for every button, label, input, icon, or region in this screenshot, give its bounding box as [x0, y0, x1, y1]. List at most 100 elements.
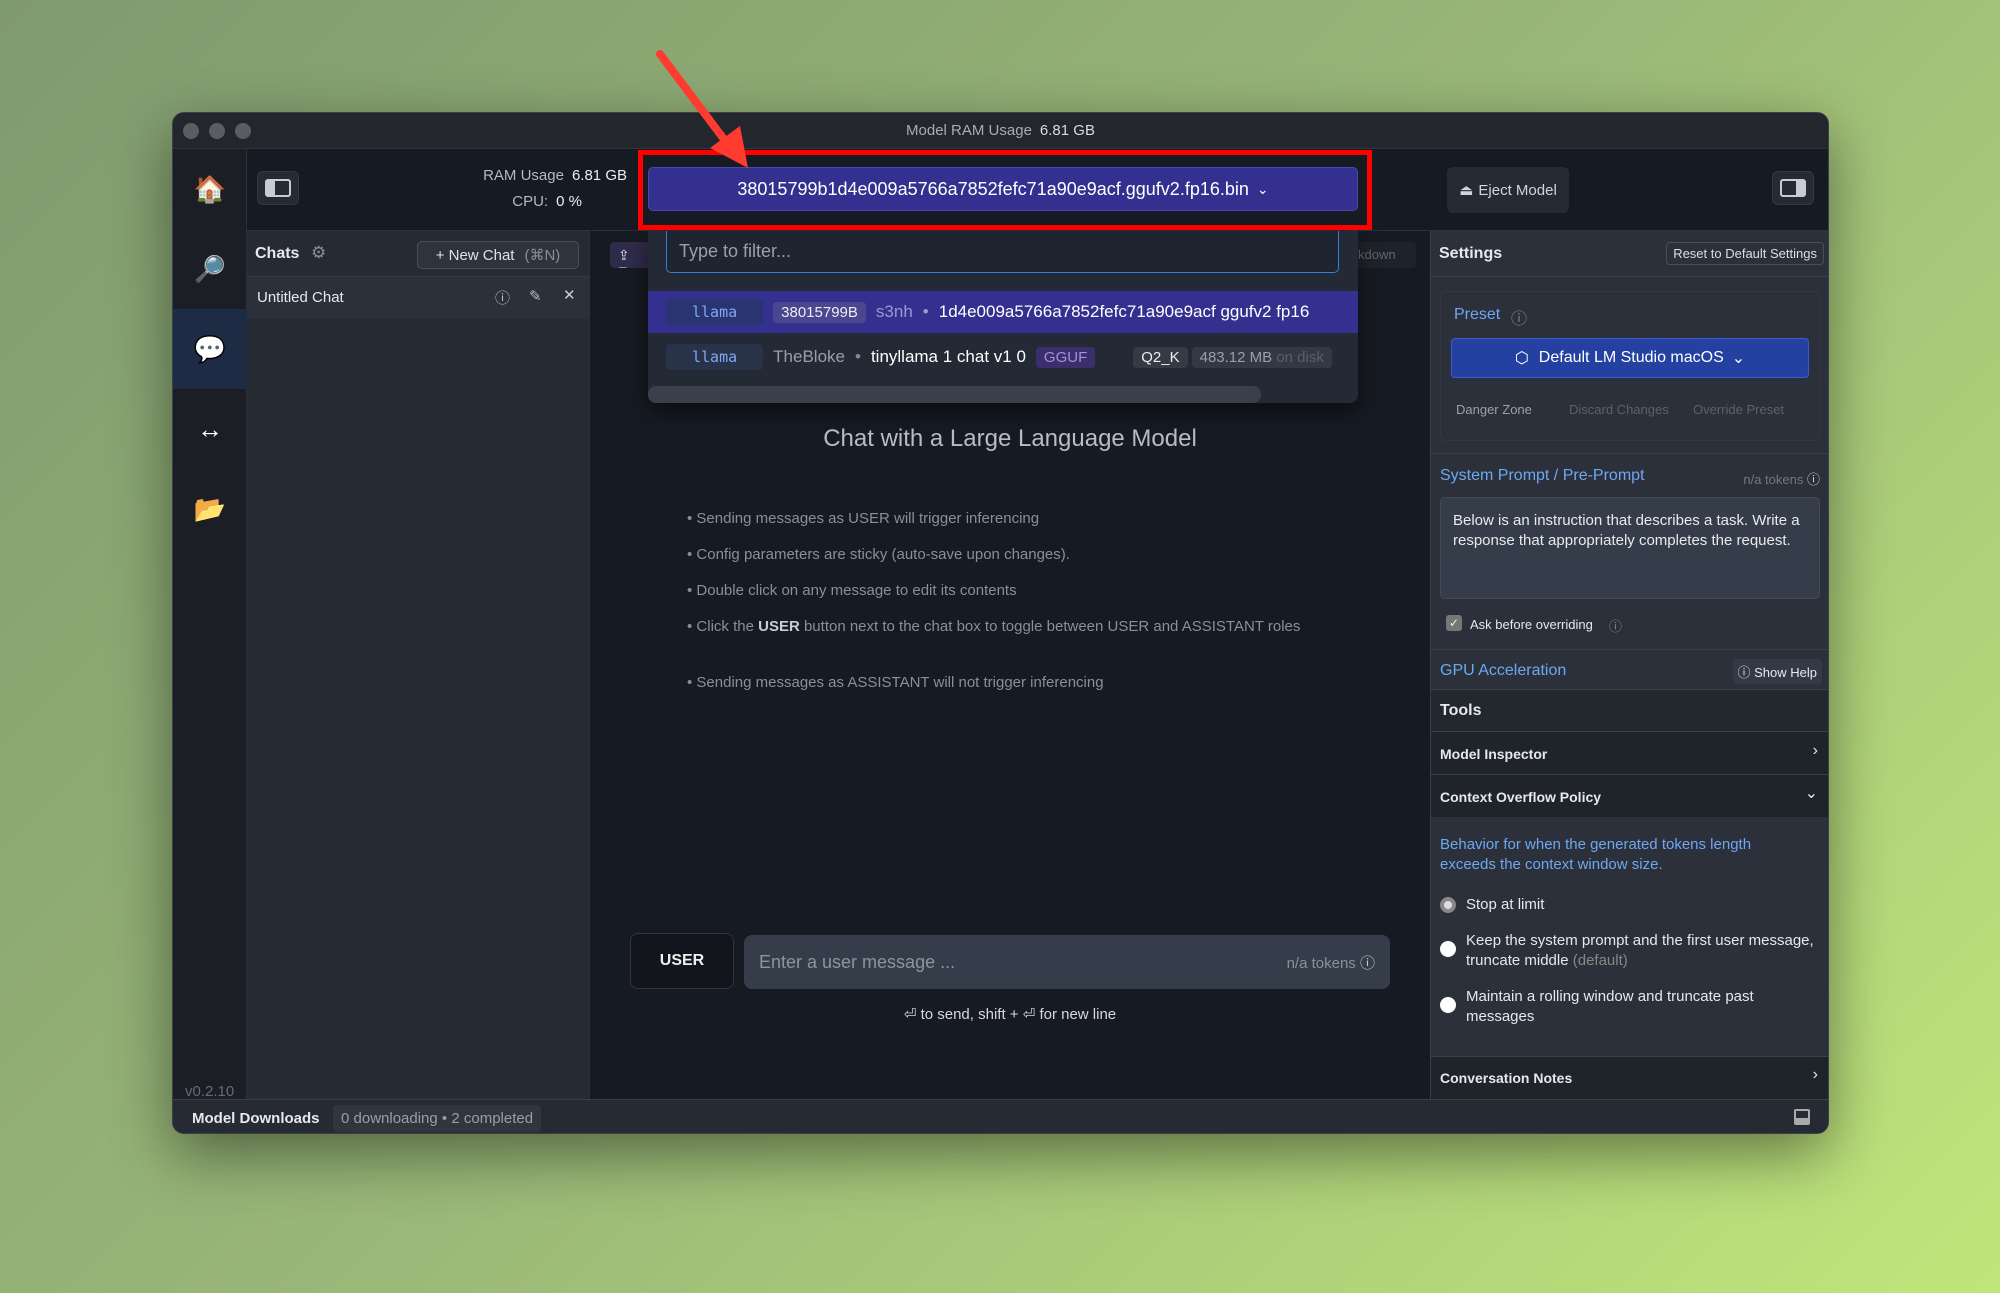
- chats-panel: Chats ⚙ + New Chat (⌘N) Untitled Chat ⓘ ✎…: [247, 231, 590, 1099]
- send-hint: ⏎ to send, shift + ⏎ for new line: [903, 1006, 1117, 1023]
- gpu-acceleration-label[interactable]: GPU Acceleration: [1440, 662, 1566, 680]
- arch-tag: llama: [666, 344, 764, 370]
- radio-selected[interactable]: [1440, 897, 1456, 913]
- chevron-right-icon: ›: [1812, 1066, 1818, 1083]
- context-overflow-row[interactable]: Context Overflow Policy ⌄: [1431, 774, 1828, 817]
- app-window: Model RAM Usage 6.81 GB 🏠 🔎 💬 ↔ 📂 v0.2.10…: [172, 112, 1829, 1134]
- author: s3nh: [875, 302, 913, 321]
- ram-usage: RAM Usage 6.81 GB: [427, 167, 627, 184]
- conversation-notes-row[interactable]: Conversation Notes ›: [1431, 1056, 1828, 1099]
- chats-header: Chats ⚙ + New Chat (⌘N): [247, 231, 589, 277]
- panel-toggle-icon[interactable]: [1794, 1109, 1810, 1125]
- option-label: Maintain a rolling window and truncate p…: [1466, 988, 1754, 1025]
- chevron-down-icon: ⌄: [1804, 785, 1818, 802]
- model-inspector-label: Model Inspector: [1440, 746, 1548, 762]
- overflow-option[interactable]: Stop at limit: [1440, 895, 1820, 915]
- radio-unselected[interactable]: [1440, 941, 1456, 957]
- model-name: tinyllama 1 chat v1 0: [870, 347, 1026, 366]
- markdown-label: kdown: [1358, 247, 1396, 262]
- ask-before-checkbox[interactable]: ✓: [1446, 615, 1462, 631]
- info-icon[interactable]: ⓘ: [1609, 616, 1622, 635]
- system-prompt-textarea[interactable]: Below is an instruction that describes a…: [1440, 497, 1820, 599]
- filter-input[interactable]: Type to filter...: [666, 231, 1339, 273]
- model-option[interactable]: llama 38015799B s3nh • 1d4e009a5766a7852f…: [648, 291, 1358, 333]
- model-option[interactable]: llama TheBloke • tinyllama 1 chat v1 0 GG…: [648, 335, 1358, 379]
- discard-changes-button[interactable]: Discard Changes: [1569, 402, 1669, 417]
- preset-value: Default LM Studio macOS: [1538, 349, 1724, 366]
- model-inspector-row[interactable]: Model Inspector ›: [1431, 731, 1828, 774]
- preset-select[interactable]: ⬡ Default LM Studio macOS ⌄: [1451, 338, 1809, 378]
- settings-header: Settings Reset to Default Settings: [1431, 231, 1828, 277]
- annotation-arrow-icon: [656, 50, 748, 168]
- role-toggle-button[interactable]: USER: [630, 933, 734, 989]
- size: 483.12 MB: [1199, 348, 1273, 366]
- title-bar: Model RAM Usage 6.81 GB: [173, 113, 1828, 149]
- model-name: 1d4e009a5766a7852fefc71a90e9acf ggufv2 f…: [938, 302, 1310, 321]
- sidebar-left-icon: [265, 179, 291, 197]
- overflow-option[interactable]: Maintain a rolling window and truncate p…: [1440, 987, 1820, 1027]
- arch-tag: llama: [666, 299, 764, 325]
- option-suffix: (default): [1572, 952, 1628, 969]
- home-icon: 🏠: [193, 173, 227, 204]
- markdown-toggle[interactable]: kdown: [1352, 242, 1416, 268]
- rail-server[interactable]: ↔: [173, 389, 247, 469]
- hint-bold: USER: [758, 618, 800, 635]
- divider: [1431, 453, 1828, 454]
- chat-list-item[interactable]: Untitled Chat ⓘ ✎ ✕: [247, 277, 589, 319]
- token-count: n/a tokens ⓘ: [1287, 952, 1375, 973]
- export-button[interactable]: ⇪ E: [610, 242, 650, 268]
- hint-text: • Double click on any message to edit it…: [687, 582, 1017, 599]
- cpu-label: CPU:: [512, 193, 549, 210]
- hint-text: • Click the USER button next to the chat…: [687, 617, 1307, 637]
- model-downloads-label[interactable]: Model Downloads: [192, 1110, 320, 1127]
- author: TheBloke: [773, 347, 845, 366]
- divider: [1431, 649, 1828, 650]
- window-title: Model RAM Usage 6.81 GB: [173, 122, 1828, 139]
- option-label: Stop at limit: [1466, 896, 1545, 913]
- hint-pre: • Click the: [687, 618, 759, 635]
- rail-chat[interactable]: 💬: [173, 309, 247, 389]
- ram-value: 6.81 GB: [571, 167, 627, 184]
- arrows-icon: ↔: [197, 413, 223, 444]
- hint-text: • Config parameters are sticky (auto-sav…: [687, 546, 1070, 563]
- show-help-button[interactable]: ⓘ Show Help: [1732, 659, 1822, 684]
- settings-panel: Settings Reset to Default Settings Prese…: [1430, 231, 1828, 1099]
- toggle-left-sidebar-button[interactable]: [257, 171, 299, 205]
- eject-model-button[interactable]: ⏏ Eject Model: [1447, 167, 1569, 213]
- toggle-right-sidebar-button[interactable]: [1772, 171, 1814, 205]
- hint-post: button next to the chat box to toggle be…: [799, 618, 1301, 635]
- radio-unselected[interactable]: [1440, 997, 1456, 1013]
- token-label: n/a tokens: [1286, 954, 1356, 972]
- new-chat-button[interactable]: + New Chat (⌘N): [417, 241, 579, 269]
- ask-before-label: Ask before overriding: [1470, 617, 1593, 632]
- reset-settings-button[interactable]: Reset to Default Settings: [1666, 242, 1824, 265]
- new-chat-shortcut: (⌘N): [524, 247, 561, 264]
- main-heading: Chat with a Large Language Model: [823, 425, 1197, 452]
- id-tag: 38015799B: [773, 301, 866, 323]
- search-icon: 🔎: [193, 253, 227, 284]
- preset-section: Preset ⓘ ⬡ Default LM Studio macOS ⌄ Dange…: [1440, 291, 1820, 441]
- export-label: E: [618, 264, 627, 268]
- chat-item-label: Untitled Chat: [257, 289, 344, 306]
- overflow-option[interactable]: Keep the system prompt and the first use…: [1440, 931, 1820, 971]
- info-icon[interactable]: ⓘ: [495, 287, 510, 308]
- download-status[interactable]: 0 downloading • 2 completed: [333, 1105, 542, 1132]
- message-input[interactable]: Enter a user message ... n/a tokens ⓘ: [744, 935, 1390, 989]
- tools-label: Tools: [1440, 702, 1482, 719]
- sidebar-right-icon: [1780, 179, 1806, 197]
- rail-search[interactable]: 🔎: [173, 229, 247, 309]
- version-label: v0.2.10: [185, 1083, 235, 1100]
- hint-text: • Sending messages as USER will trigger …: [687, 510, 1040, 527]
- info-icon[interactable]: ⓘ: [1511, 305, 1527, 329]
- edit-icon[interactable]: ✎: [529, 287, 542, 305]
- override-preset-button[interactable]: Override Preset: [1693, 402, 1784, 417]
- conversation-notes-label: Conversation Notes: [1440, 1070, 1573, 1086]
- tools-header: Tools: [1431, 689, 1828, 731]
- gear-icon[interactable]: ⚙: [311, 243, 326, 263]
- bottom-bar: Model Downloads 0 downloading • 2 comple…: [173, 1099, 1828, 1133]
- rail-models[interactable]: 📂: [173, 469, 247, 549]
- eject-icon: ⏏: [1459, 182, 1474, 199]
- horizontal-scrollbar[interactable]: [648, 386, 1261, 403]
- close-icon[interactable]: ✕: [563, 286, 576, 304]
- rail-home[interactable]: 🏠: [173, 149, 247, 229]
